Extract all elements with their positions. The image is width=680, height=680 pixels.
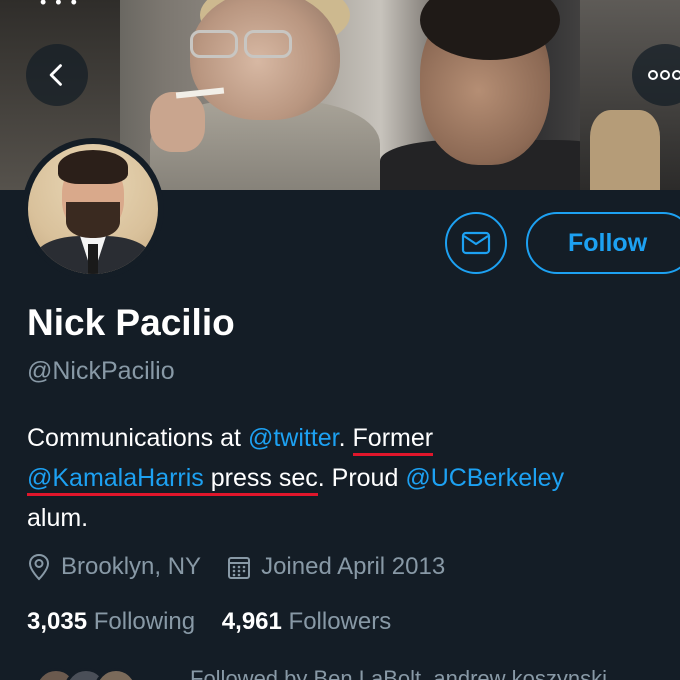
profile-avatar[interactable]: [22, 138, 164, 280]
more-horizontal-icon: [648, 70, 680, 80]
status-bar-dots: • • •: [40, 0, 79, 12]
bio-line: Communications at @twitter. Former: [27, 418, 667, 458]
banner-glasses: [190, 30, 238, 58]
avatar-hair: [58, 150, 128, 184]
location-pin-icon: [28, 553, 50, 581]
bio-text: . Proud: [317, 464, 406, 492]
bio-text-underlined: Former: [352, 424, 434, 456]
bio-text: alum.: [27, 504, 89, 532]
banner-person-coat: [590, 110, 660, 190]
following-link[interactable]: 3,035 Following: [27, 608, 215, 635]
avatar-beard: [66, 202, 120, 238]
location-item: Brooklyn, NY: [27, 553, 201, 581]
joined-text: Joined April 2013: [261, 553, 446, 580]
bio-line: @KamalaHarris press sec. Proud @UCBerkel…: [27, 458, 667, 498]
followers-label: Followers: [288, 608, 392, 635]
profile-meta: Brooklyn, NY Joined April 2013: [27, 553, 471, 581]
banner-person-face: [190, 0, 340, 120]
location-text: Brooklyn, NY: [61, 553, 202, 580]
profile-counts: 3,035 Following 4,961 Followers: [27, 608, 411, 636]
followed-by-text[interactable]: Followed by Ben LaBolt, andrew koszynski: [190, 666, 607, 680]
bio-line: alum.: [27, 498, 667, 538]
followers-count: 4,961: [221, 608, 282, 635]
banner-glasses: [244, 30, 292, 58]
mention-link-twitter[interactable]: @twitter: [248, 424, 339, 452]
profile-handle: @NickPacilio: [27, 357, 175, 385]
back-button[interactable]: [26, 44, 88, 106]
profile-name: Nick Pacilio: [27, 302, 235, 343]
message-button[interactable]: [445, 212, 507, 274]
avatar-photo: [28, 144, 158, 274]
avatar-tie: [88, 244, 98, 274]
mention-link-kamalaharris[interactable]: @KamalaHarris: [27, 464, 204, 496]
bio-text: .: [338, 424, 353, 452]
joined-item: Joined April 2013: [227, 553, 445, 581]
bio-text-underlined: press sec: [203, 464, 318, 496]
following-count: 3,035: [27, 608, 88, 635]
mention-link-ucberkeley[interactable]: @UCBerkeley: [405, 464, 564, 492]
banner-hand: [150, 92, 205, 152]
followers-link[interactable]: 4,961 Followers: [222, 608, 411, 635]
envelope-icon: [461, 231, 491, 255]
calendar-icon: [228, 557, 251, 579]
followed-by-avatars[interactable]: [34, 668, 154, 680]
bio-text: Communications at: [27, 424, 248, 452]
follower-avatar: [94, 668, 138, 680]
chevron-left-icon: [49, 64, 62, 86]
follow-button[interactable]: Follow: [526, 212, 680, 274]
profile-bio: Communications at @twitter. Former @Kama…: [27, 418, 667, 538]
following-label: Following: [93, 608, 196, 635]
